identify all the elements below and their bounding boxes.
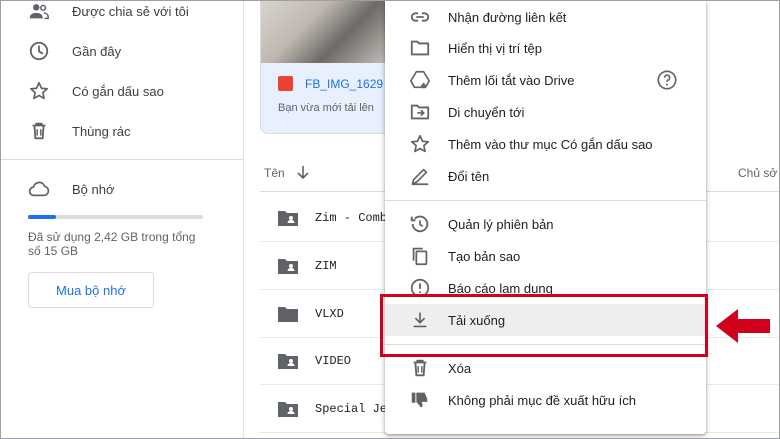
column-header-name[interactable]: Tên xyxy=(264,166,285,180)
sidebar-item-label: Thùng rác xyxy=(72,123,131,139)
clock-icon xyxy=(27,39,51,63)
shared-folder-icon xyxy=(277,352,299,370)
app-window: Được chia sẻ với tôi Gần đây Có gắn dấu … xyxy=(0,0,780,439)
row-name: ZIM xyxy=(315,259,337,273)
menu-item-label: Đổi tên xyxy=(448,168,490,184)
help-icon[interactable] xyxy=(656,69,678,91)
menu-item-label: Quản lý phiên bản xyxy=(448,216,554,232)
context-menu: Nhận đường liên kết Hiển thị vị trí tệp … xyxy=(385,1,706,434)
history-icon xyxy=(409,213,431,235)
sidebar-item-starred[interactable]: Có gắn dấu sao xyxy=(1,73,243,109)
trash-icon xyxy=(27,119,51,143)
menu-item-label: Xóa xyxy=(448,360,472,376)
storage-quota-bar xyxy=(28,215,203,219)
row-name: Special Je xyxy=(315,402,388,416)
menu-item-label: Thêm lối tắt vào Drive xyxy=(448,72,575,88)
sidebar-item-storage[interactable]: Bộ nhớ xyxy=(1,171,243,207)
menu-item-make-copy[interactable]: Tạo bản sao xyxy=(385,240,706,272)
pencil-icon xyxy=(409,165,431,187)
menu-item-rename[interactable]: Đổi tên xyxy=(385,160,706,192)
copy-icon xyxy=(409,245,431,267)
menu-item-label: Nhận đường liên kết xyxy=(448,9,567,25)
link-icon xyxy=(409,6,431,28)
people-icon xyxy=(27,1,51,23)
move-to-folder-icon xyxy=(409,101,431,123)
shared-folder-icon xyxy=(277,209,299,227)
folder-outline-icon xyxy=(409,37,431,59)
sidebar-item-label: Có gắn dấu sao xyxy=(72,83,164,99)
folder-icon xyxy=(277,305,299,323)
card-file-name: FB_IMG_1629 xyxy=(305,77,384,91)
row-name: VLXD xyxy=(315,307,344,321)
suggested-file-card[interactable] xyxy=(260,1,395,134)
sidebar-item-trash[interactable]: Thùng rác xyxy=(1,113,243,149)
sidebar: Được chia sẻ với tôi Gần đây Có gắn dấu … xyxy=(1,1,244,438)
menu-item-not-helpful[interactable]: Không phải mục đề xuất hữu ích xyxy=(385,384,706,416)
column-header-owner[interactable]: Chủ sở xyxy=(738,166,777,180)
shared-folder-icon xyxy=(277,400,299,418)
menu-item-get-link[interactable]: Nhận đường liên kết xyxy=(385,1,706,33)
buy-storage-button[interactable]: Mua bộ nhớ xyxy=(28,272,154,308)
menu-item-add-starred[interactable]: Thêm vào thư mục Có gắn dấu sao xyxy=(385,128,706,160)
sidebar-item-label: Được chia sẻ với tôi xyxy=(72,3,189,19)
row-name: VIDEO xyxy=(315,354,352,368)
arrow-down-icon[interactable] xyxy=(296,164,310,180)
image-file-icon xyxy=(278,76,293,91)
trash-icon xyxy=(409,357,431,379)
shared-folder-icon xyxy=(277,257,299,275)
sidebar-item-recent[interactable]: Gần đây xyxy=(1,33,243,69)
storage-quota-fill xyxy=(28,215,56,219)
highlight-box xyxy=(380,294,708,357)
menu-item-label: Không phải mục đề xuất hữu ích xyxy=(448,392,636,408)
menu-item-show-location[interactable]: Hiển thị vị trí tệp xyxy=(385,32,706,64)
menu-item-manage-versions[interactable]: Quản lý phiên bản xyxy=(385,208,706,240)
thumbs-down-icon xyxy=(409,389,431,411)
menu-item-label: Thêm vào thư mục Có gắn dấu sao xyxy=(448,136,653,152)
menu-item-move-to[interactable]: Di chuyển tới xyxy=(385,96,706,128)
sidebar-item-shared[interactable]: Được chia sẻ với tôi xyxy=(1,1,243,29)
star-outline-icon xyxy=(409,133,431,155)
menu-item-add-shortcut[interactable]: Thêm lối tắt vào Drive xyxy=(385,64,706,96)
file-thumbnail xyxy=(261,1,394,63)
storage-label: Bộ nhớ xyxy=(72,181,115,197)
menu-item-label: Tạo bản sao xyxy=(448,248,521,264)
menu-separator xyxy=(385,200,706,201)
red-arrow-icon xyxy=(714,306,772,346)
card-info xyxy=(261,63,394,133)
row-name: Zim - Combo xyxy=(315,211,395,225)
sidebar-item-label: Gần đây xyxy=(72,43,122,59)
add-shortcut-icon xyxy=(409,69,431,91)
menu-item-label: Hiển thị vị trí tệp xyxy=(448,40,542,56)
cloud-icon xyxy=(27,177,51,201)
storage-used-text: Đã sử dụng 2,42 GB trong tổng số 15 GB xyxy=(28,230,196,258)
sidebar-divider xyxy=(1,159,243,160)
card-subtitle: Bạn vừa mới tải lên xyxy=(278,102,374,114)
menu-item-label: Di chuyển tới xyxy=(448,104,525,120)
star-icon xyxy=(27,79,51,103)
